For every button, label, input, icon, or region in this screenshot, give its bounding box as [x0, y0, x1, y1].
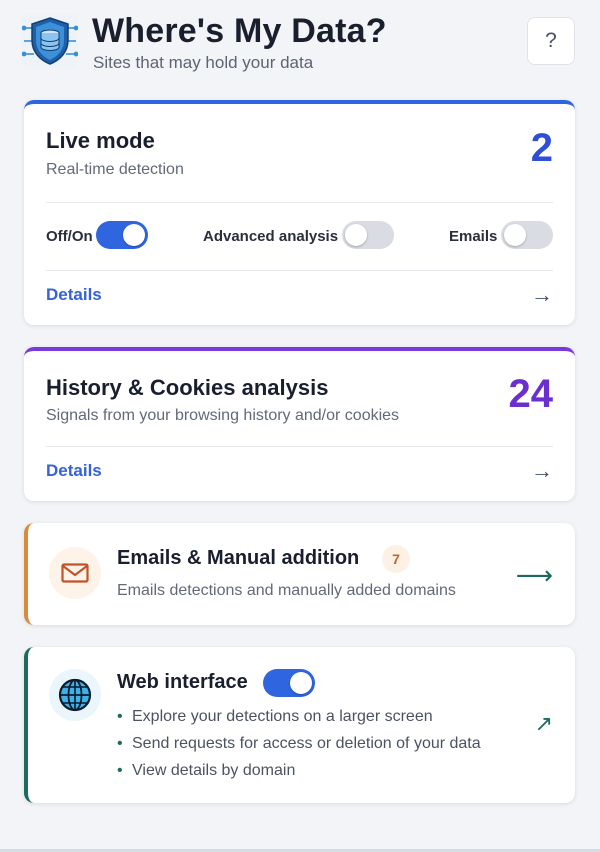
- app-header: Where's My Data? Sites that may hold you…: [21, 12, 575, 72]
- external-link-arrow-icon[interactable]: ↗: [535, 711, 553, 737]
- history-count: 24: [508, 372, 554, 416]
- emails-toggle[interactable]: [501, 221, 553, 249]
- web-interface-title: Web interface: [117, 671, 248, 693]
- app-title: Where's My Data?: [92, 12, 387, 50]
- emails-subtitle: Emails detections and manually added dom…: [117, 582, 456, 599]
- live-mode-toggle[interactable]: [96, 221, 148, 249]
- history-subtitle: Signals from your browsing history and/o…: [46, 407, 400, 424]
- app-subtitle: Sites that may hold your data: [93, 53, 314, 72]
- emails-title: Emails & Manual addition: [117, 547, 360, 569]
- list-item: Explore your detections on a larger scre…: [117, 703, 481, 730]
- live-mode-card: Live mode Real-time detection 2 Off/On A…: [24, 100, 575, 325]
- history-arrow-icon[interactable]: →: [531, 458, 553, 484]
- live-mode-arrow-icon[interactable]: →: [531, 282, 553, 308]
- history-cookies-card: History & Cookies analysis Signals from …: [24, 347, 575, 501]
- emails-count-badge: 7: [382, 545, 410, 573]
- help-button[interactable]: ?: [527, 17, 575, 65]
- list-item: Send requests for access or deletion of …: [117, 730, 481, 757]
- shield-database-logo-icon: [21, 14, 79, 68]
- divider: [46, 446, 553, 447]
- toggle-knob: [345, 224, 367, 246]
- list-item: View details by domain: [117, 757, 481, 784]
- live-mode-subtitle: Real-time detection: [46, 161, 184, 178]
- live-mode-title: Live mode: [46, 128, 155, 153]
- mail-icon: [49, 547, 101, 599]
- divider: [46, 270, 553, 271]
- emails-arrow-icon[interactable]: ⟶: [516, 560, 553, 591]
- toggle-label-advanced-analysis: Advanced analysis: [203, 228, 339, 245]
- advanced-analysis-toggle[interactable]: [342, 221, 394, 249]
- globe-icon: [49, 669, 101, 721]
- web-interface-toggle[interactable]: [263, 669, 315, 697]
- toggle-label-emails: Emails: [449, 228, 498, 245]
- history-details-link[interactable]: Details: [46, 461, 102, 481]
- live-mode-count: 2: [530, 126, 553, 170]
- live-mode-details-link[interactable]: Details: [46, 285, 102, 305]
- toggle-knob: [504, 224, 526, 246]
- history-title: History & Cookies analysis: [46, 375, 329, 400]
- web-interface-card[interactable]: Web interface Explore your detections on…: [24, 647, 575, 803]
- toggle-label-on-off: Off/On: [46, 228, 93, 245]
- divider: [46, 202, 553, 203]
- web-interface-features-list: Explore your detections on a larger scre…: [117, 703, 481, 784]
- emails-manual-card[interactable]: Emails & Manual addition 7 Emails detect…: [24, 523, 575, 625]
- toggle-knob: [290, 672, 312, 694]
- toggle-knob: [123, 224, 145, 246]
